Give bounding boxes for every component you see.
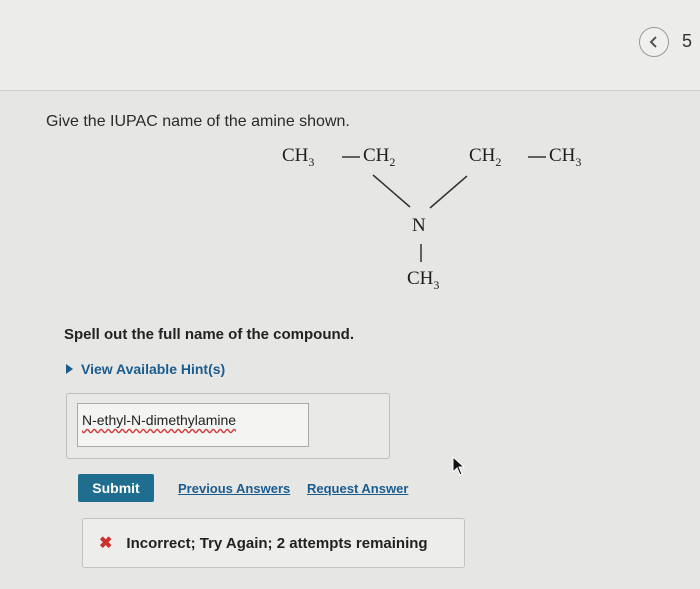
left-ch2-label: CH2 xyxy=(363,145,396,169)
error-x-icon: ✖ xyxy=(99,535,113,552)
nitrogen-label: N xyxy=(412,215,426,236)
view-hints-link[interactable]: View Available Hint(s) xyxy=(66,361,225,377)
bond-left-n xyxy=(372,174,411,208)
request-answer-link[interactable]: Request Answer xyxy=(307,481,408,496)
answer-input[interactable]: N-ethyl-N-dimethylamine xyxy=(77,403,309,447)
submit-button[interactable]: Submit xyxy=(78,474,154,502)
feedback-box: ✖ Incorrect; Try Again; 2 attempts remai… xyxy=(82,518,465,568)
left-ch3-label: CH3 xyxy=(282,145,315,169)
chevron-left-icon[interactable] xyxy=(639,27,669,57)
answer-container: N-ethyl-N-dimethylamine xyxy=(66,393,390,459)
page-number: 5 xyxy=(682,31,693,51)
top-bar: 5 xyxy=(0,0,700,91)
view-hints-label: View Available Hint(s) xyxy=(81,361,226,377)
bottom-ch3-label: CH3 xyxy=(407,268,440,292)
instruction-text: Spell out the full name of the compound. xyxy=(64,326,354,343)
bond-right-n xyxy=(429,175,468,209)
caret-right-icon xyxy=(66,364,73,374)
previous-answers-link[interactable]: Previous Answers xyxy=(178,481,290,496)
feedback-text: Incorrect; Try Again; 2 attempts remaini… xyxy=(126,534,428,552)
right-ch3-label: CH3 xyxy=(549,145,582,169)
right-ch2-label: CH2 xyxy=(469,145,502,169)
mouse-cursor-icon xyxy=(452,455,466,481)
question-prompt: Give the IUPAC name of the amine shown. xyxy=(46,113,350,130)
